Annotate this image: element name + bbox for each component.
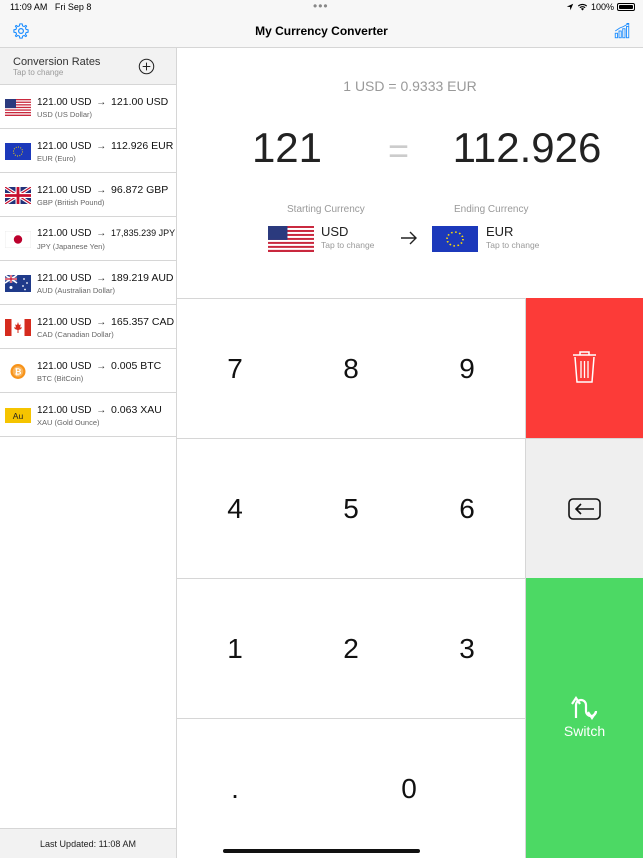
rate-row-aud[interactable]: 121.00 USD → 189.219 AUD AUD (Australian…: [0, 261, 176, 305]
clear-button[interactable]: [526, 298, 643, 438]
key-1[interactable]: 1: [177, 578, 294, 718]
currency-name: EUR (Euro): [37, 154, 76, 163]
switch-label: Switch: [563, 723, 606, 739]
canada-flag-icon: [5, 319, 31, 336]
status-right: 100%: [566, 2, 635, 12]
key-3[interactable]: 3: [409, 578, 526, 718]
eu-flag-icon[interactable]: [432, 226, 478, 252]
gold-ounce-icon: Au: [5, 408, 31, 423]
ending-currency-code[interactable]: EUR: [486, 224, 513, 239]
key-decimal[interactable]: .: [177, 718, 294, 858]
rate-conversion: 121.00 USD → 96.872 GBP: [37, 184, 169, 196]
battery-percent: 100%: [590, 2, 614, 12]
rate-row-jpy[interactable]: 121.00 USD → 17,835.239 JPY JPY (Japanes…: [0, 217, 176, 261]
currency-name: XAU (Gold Ounce): [37, 418, 100, 427]
backspace-icon: [568, 498, 601, 520]
eu-flag-icon: [5, 143, 31, 160]
currency-name: JPY (Japanese Yen): [37, 242, 105, 251]
wifi-icon: [577, 3, 588, 11]
rate-conversion: 121.00 USD → 165.357 CAD: [37, 316, 175, 328]
location-icon: [566, 3, 574, 11]
navigation-bar: My Currency Converter: [0, 14, 643, 48]
equals-sign: =: [388, 130, 410, 171]
key-0[interactable]: 0: [293, 718, 526, 858]
multitasking-dots[interactable]: •••: [313, 0, 329, 13]
ending-currency-hint[interactable]: Tap to change: [486, 240, 539, 250]
key-5[interactable]: 5: [293, 438, 410, 578]
key-2[interactable]: 2: [293, 578, 410, 718]
rate-conversion: 121.00 USD → 121.00 USD: [37, 96, 169, 108]
last-updated: Last Updated: 11:08 AM: [0, 828, 176, 858]
key-4[interactable]: 4: [177, 438, 294, 578]
rate-conversion: 121.00 USD → 189.219 AUD: [37, 272, 174, 284]
key-8[interactable]: 8: [293, 298, 410, 438]
sidebar-title: Conversion Rates: [13, 56, 101, 68]
rate-conversion: 121.00 USD → 0.005 BTC: [37, 360, 162, 372]
trash-icon: [573, 351, 596, 383]
uk-flag-icon: [5, 187, 31, 204]
sidebar: Conversion Rates Tap to change 121.00 US…: [0, 48, 177, 858]
rate-conversion: 121.00 USD → 17,835.239 JPY: [37, 228, 176, 239]
japan-flag-icon: [5, 231, 31, 248]
status-bar: 11:09 AM Fri Sep 8 ••• 100%: [0, 0, 643, 14]
rate-row-usd[interactable]: 121.00 USD → 121.00 USD USD (US Dollar): [0, 85, 176, 129]
sidebar-subtitle: Tap to change: [13, 68, 64, 77]
backspace-button[interactable]: [526, 438, 643, 578]
starting-currency-hint[interactable]: Tap to change: [321, 240, 374, 250]
currency-name: USD (US Dollar): [37, 110, 93, 119]
rate-row-gbp[interactable]: 121.00 USD → 96.872 GBP GBP (British Pou…: [0, 173, 176, 217]
rate-row-btc[interactable]: ₿ 121.00 USD → 0.005 BTC BTC (BitCoin): [0, 349, 176, 393]
starting-currency-label: Starting Currency: [287, 204, 365, 215]
battery-icon: [617, 3, 635, 11]
converter-display: 1 USD = 0.9333 EUR 121 = 112.926 Startin…: [177, 48, 643, 298]
exchange-rate-text: 1 USD = 0.9333 EUR: [343, 78, 477, 94]
rate-row-eur[interactable]: 121.00 USD → 112.926 EUR EUR (Euro): [0, 129, 176, 173]
currency-name: BTC (BitCoin): [37, 374, 84, 383]
bitcoin-icon: ₿: [10, 364, 26, 379]
rate-row-xau[interactable]: Au 121.00 USD → 0.063 XAU XAU (Gold Ounc…: [0, 393, 176, 437]
add-currency-button[interactable]: [138, 58, 155, 75]
home-indicator[interactable]: [223, 849, 420, 853]
rate-conversion: 121.00 USD → 112.926 EUR: [37, 140, 174, 152]
svg-text:₿: ₿: [15, 367, 22, 378]
swap-icon: [571, 696, 598, 720]
rate-row-cad[interactable]: 121.00 USD → 165.357 CAD CAD (Canadian D…: [0, 305, 176, 349]
us-flag-icon: [5, 99, 31, 116]
ending-currency-label: Ending Currency: [454, 204, 529, 215]
svg-text:Au: Au: [13, 411, 24, 421]
currency-name: GBP (British Pound): [37, 198, 105, 207]
rate-conversion: 121.00 USD → 0.063 XAU: [37, 404, 162, 416]
page-title: My Currency Converter: [255, 24, 388, 38]
us-flag-icon[interactable]: [268, 226, 314, 252]
currency-name: AUD (Australian Dollar): [37, 286, 115, 295]
status-time: 11:09 AM Fri Sep 8: [10, 2, 92, 12]
from-amount: 121: [251, 124, 323, 171]
starting-currency-code[interactable]: USD: [321, 224, 348, 239]
arrow-right-icon: [401, 231, 417, 245]
key-7[interactable]: 7: [177, 298, 294, 438]
australia-flag-icon: [5, 275, 31, 292]
currency-name: CAD (Canadian Dollar): [37, 330, 114, 339]
sidebar-header: Conversion Rates Tap to change: [0, 48, 176, 85]
key-9[interactable]: 9: [409, 298, 526, 438]
key-6[interactable]: 6: [409, 438, 526, 578]
to-amount: 112.926: [452, 124, 602, 171]
switch-button[interactable]: Switch: [526, 578, 643, 858]
keypad: 7 8 9 4 5 6 1 2 3 . 0 Switch: [177, 298, 643, 858]
chart-icon[interactable]: [613, 22, 631, 40]
